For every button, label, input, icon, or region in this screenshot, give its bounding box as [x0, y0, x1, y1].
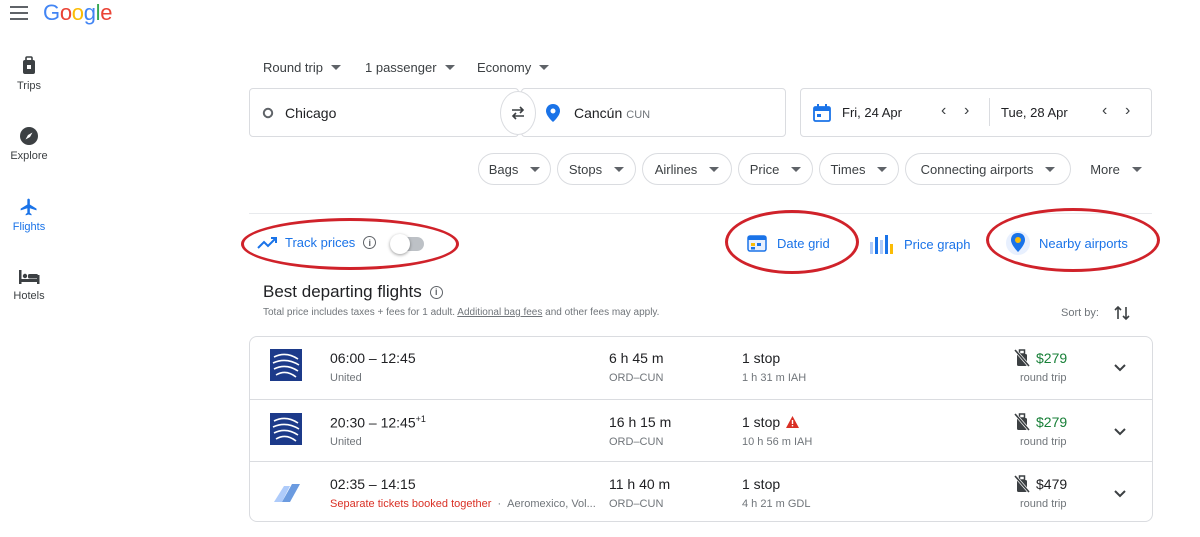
- flight-row[interactable]: 20:30 – 12:45+1 United 16 h 15 m ORD–CUN…: [250, 399, 1152, 461]
- filter-stops[interactable]: Stops: [557, 153, 636, 185]
- origin-field[interactable]: Chicago: [249, 88, 519, 137]
- depart-prev-chevron-icon[interactable]: ‹: [941, 102, 946, 120]
- explore-icon: [20, 127, 38, 145]
- annotation-ellipse-date-grid: [725, 210, 859, 274]
- depart-next-chevron-icon[interactable]: ›: [964, 102, 969, 120]
- trip-type-select[interactable]: Round trip: [263, 60, 341, 75]
- origin-circle-icon: [262, 107, 274, 119]
- aeromexico-airline-logo: [274, 484, 300, 502]
- return-next-chevron-icon[interactable]: ›: [1125, 102, 1130, 120]
- no-carry-on-bag-icon: [1014, 413, 1030, 431]
- united-airline-logo: [270, 413, 302, 445]
- united-airline-logo: [270, 349, 302, 381]
- trips-icon: [23, 56, 35, 74]
- expand-chevron-icon[interactable]: [1112, 485, 1128, 501]
- caret-down-icon: [877, 166, 888, 172]
- sort-icon[interactable]: [1114, 304, 1130, 322]
- caret-down-icon: [1131, 166, 1142, 172]
- swap-button[interactable]: [500, 91, 536, 135]
- price-graph-icon: [870, 235, 893, 254]
- annotation-ellipse-track-prices: [241, 218, 459, 270]
- next-day-indicator: +1: [415, 414, 426, 424]
- annotation-ellipse-nearby-airports: [986, 208, 1160, 272]
- return-prev-chevron-icon[interactable]: ‹: [1102, 102, 1107, 120]
- caret-down-icon: [330, 65, 341, 70]
- expand-chevron-icon[interactable]: [1112, 359, 1128, 375]
- caret-down-icon: [791, 166, 802, 172]
- google-logo[interactable]: Google: [43, 0, 112, 26]
- caret-down-icon: [614, 166, 625, 172]
- filter-times[interactable]: Times: [819, 153, 899, 185]
- flights-icon: [20, 198, 37, 216]
- bag-fees-link[interactable]: Additional bag fees: [457, 307, 542, 318]
- destination-airport-code: CUN: [626, 109, 651, 121]
- filter-connecting-airports[interactable]: Connecting airports: [905, 153, 1071, 185]
- flight-results-list: 06:00 – 12:45 United 6 h 45 m ORD–CUN 1 …: [249, 336, 1153, 522]
- caret-down-icon: [444, 65, 455, 70]
- cabin-class-select[interactable]: Economy: [477, 60, 550, 75]
- passenger-select[interactable]: 1 passenger: [365, 60, 455, 75]
- separate-tickets-note: Separate tickets booked together: [330, 498, 492, 510]
- no-carry-on-bag-icon: [1014, 349, 1030, 367]
- flight-row[interactable]: 02:35 – 14:15 Separate tickets booked to…: [250, 461, 1152, 521]
- nav-item-hotels[interactable]: Hotels: [0, 268, 58, 302]
- calendar-icon: [813, 104, 831, 122]
- location-pin-icon: [546, 104, 560, 122]
- swap-arrows-icon: [511, 106, 525, 120]
- destination-field[interactable]: Cancún CUN: [521, 88, 786, 137]
- caret-down-icon: [709, 166, 720, 172]
- depart-date[interactable]: Fri, 24 Apr: [842, 105, 902, 120]
- filter-airlines[interactable]: Airlines: [642, 153, 732, 185]
- results-heading: Best departing flights i: [263, 282, 443, 302]
- caret-down-icon: [539, 65, 550, 70]
- sort-label: Sort by:: [1061, 307, 1099, 319]
- info-icon[interactable]: i: [429, 285, 443, 299]
- warning-icon: [786, 416, 800, 428]
- filter-price[interactable]: Price: [738, 153, 813, 185]
- filter-bags[interactable]: Bags: [478, 153, 551, 185]
- nav-item-explore[interactable]: Explore: [0, 126, 58, 162]
- price-disclaimer: Total price includes taxes + fees for 1 …: [263, 307, 660, 318]
- date-separator: [989, 98, 990, 126]
- caret-down-icon: [530, 166, 541, 172]
- caret-down-icon: [1045, 166, 1056, 172]
- nav-item-flights[interactable]: Flights: [0, 197, 58, 233]
- flight-row[interactable]: 06:00 – 12:45 United 6 h 45 m ORD–CUN 1 …: [250, 337, 1152, 399]
- no-carry-on-bag-icon: [1014, 475, 1030, 493]
- nav-item-trips[interactable]: Trips: [0, 56, 58, 92]
- divider: [249, 213, 1152, 214]
- return-date[interactable]: Tue, 28 Apr: [1001, 105, 1068, 120]
- expand-chevron-icon[interactable]: [1112, 423, 1128, 439]
- filter-more[interactable]: More: [1077, 153, 1155, 185]
- hotels-icon: [19, 270, 40, 284]
- price-graph-button[interactable]: Price graph: [868, 232, 970, 256]
- menu-icon[interactable]: [10, 6, 28, 20]
